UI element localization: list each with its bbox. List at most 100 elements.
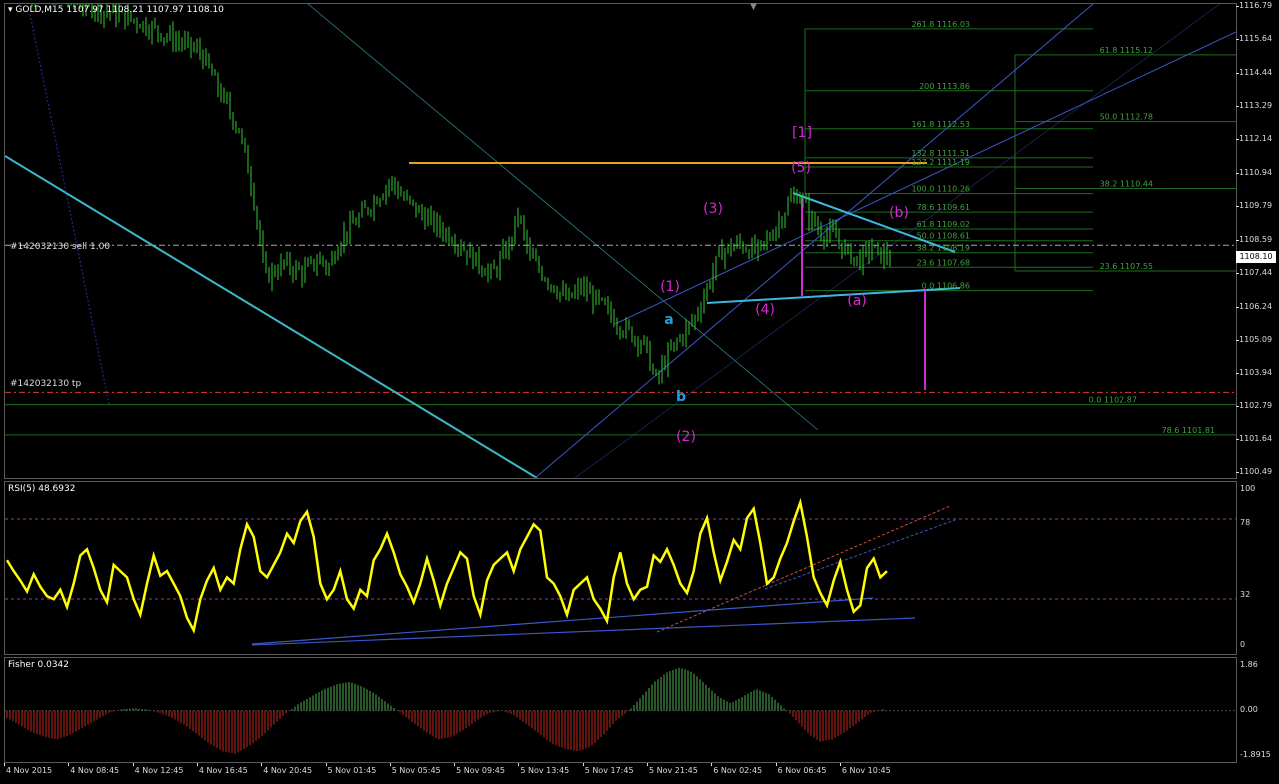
time-tick-mark bbox=[68, 763, 70, 766]
rsi-level-label: 100 bbox=[1240, 484, 1256, 493]
symbol-info: ▾ GOLD,M15 1107.97 1108.21 1107.97 1108.… bbox=[8, 5, 224, 15]
price-tick-mark bbox=[1236, 173, 1239, 175]
price-tick-mark bbox=[1236, 138, 1239, 140]
wave-label: (4) bbox=[755, 302, 775, 318]
price-tick-mark bbox=[1236, 73, 1239, 75]
time-tick-mark bbox=[711, 763, 713, 766]
wave-label: (b) bbox=[889, 205, 909, 221]
wave-label: (1) bbox=[660, 279, 680, 295]
fib-label: 50.0 1112.78 bbox=[1100, 113, 1153, 122]
time-tick-mark bbox=[132, 763, 134, 766]
order-1-label[interactable]: #142032130 sell 1.00 bbox=[10, 242, 110, 252]
order-2-label[interactable]: #142032130 tp bbox=[10, 379, 81, 389]
time-tick-label: 5 Nov 05:45 bbox=[391, 766, 441, 775]
price-tick-mark bbox=[1236, 240, 1239, 242]
time-tick-label: 6 Nov 02:45 bbox=[713, 766, 763, 775]
price-tick-mark bbox=[1236, 471, 1239, 473]
time-tick-label: 5 Nov 17:45 bbox=[584, 766, 634, 775]
time-tick-label: 4 Nov 08:45 bbox=[70, 766, 120, 775]
fib-label: 132.8 1111.51 bbox=[911, 149, 970, 158]
time-tick-mark bbox=[389, 763, 391, 766]
rsi-dashed-line-2 bbox=[764, 519, 956, 590]
price-axis: 1116.79 1115.64 1114.44 1113.29 1112.14 1110.… bbox=[1236, 1, 1279, 477]
price-chart-panel[interactable]: [1] (5) (3) (b) (1) (4) (a) a b (2) 261.8 1116.03… bbox=[4, 2, 1237, 479]
wave-label: (a) bbox=[847, 293, 867, 309]
fib-label: 78.6 1101.81 bbox=[1162, 426, 1215, 435]
price-tick-mark bbox=[1236, 6, 1239, 8]
rsi-label: RSI(5) 48.6932 bbox=[8, 484, 76, 494]
time-tick-label: 5 Nov 21:45 bbox=[649, 766, 698, 775]
price-tick-mark bbox=[1236, 405, 1239, 407]
price-tick-label: 1100.49 bbox=[1239, 466, 1273, 476]
price-tick-label: 1109.79 bbox=[1239, 201, 1273, 211]
price-tick-label: 1110.94 bbox=[1239, 168, 1273, 178]
time-tick-mark bbox=[261, 763, 263, 766]
dropdown-arrow-icon[interactable]: ▾ bbox=[8, 5, 13, 15]
wave-label: [1] bbox=[792, 125, 812, 141]
price-tick-label: 1107.44 bbox=[1239, 268, 1273, 278]
time-tick-mark bbox=[647, 763, 648, 766]
price-tick-label: 1113.29 bbox=[1239, 101, 1273, 111]
price-tick-label: 1103.94 bbox=[1239, 368, 1273, 378]
channel-upper-line bbox=[614, 31, 1236, 325]
fib-label: 23.6 1107.55 bbox=[1100, 262, 1153, 271]
fisher-level-label: 0.00 bbox=[1240, 704, 1258, 714]
dotted-blue-line bbox=[29, 13, 110, 405]
wave-label: (2) bbox=[676, 429, 696, 445]
time-tick-mark bbox=[582, 763, 584, 766]
price-chart[interactable]: [1] (5) (3) (b) (1) (4) (a) a b (2) 261.8 1116.03… bbox=[5, 4, 1236, 478]
time-tick-mark bbox=[325, 763, 327, 766]
bid-price-label: 1108.10 bbox=[1236, 251, 1276, 263]
fisher-level-label: -1.8915 bbox=[1240, 750, 1271, 759]
symbol-name: GOLD,M15 bbox=[15, 5, 64, 15]
candlesticks bbox=[31, 4, 891, 385]
price-tick-mark bbox=[1236, 438, 1239, 440]
price-tick-label: 1106.24 bbox=[1239, 302, 1273, 312]
price-tick-mark bbox=[1236, 206, 1239, 208]
cyan-trendline bbox=[5, 155, 538, 478]
time-tick-mark bbox=[518, 763, 520, 766]
wave-label: a bbox=[664, 312, 673, 328]
rsi-level-label: 32 bbox=[1240, 590, 1251, 600]
rsi-level-label: 78 bbox=[1240, 518, 1251, 528]
price-tick-mark bbox=[1236, 38, 1239, 40]
price-tick-mark bbox=[1236, 373, 1239, 375]
fib-label: 127.2 1111.19 bbox=[911, 158, 970, 167]
time-tick-label: 6 Nov 10:45 bbox=[841, 766, 891, 775]
fib-label: 38.2 1110.44 bbox=[1100, 179, 1153, 188]
fibonacci-levels bbox=[5, 28, 1236, 436]
time-tick-mark bbox=[454, 763, 456, 766]
rsi-chart[interactable] bbox=[5, 482, 1236, 654]
rsi-axis: 100 78 32 0 bbox=[1236, 481, 1279, 653]
price-tick-label: 1114.44 bbox=[1239, 68, 1273, 78]
rsi-support-line-2 bbox=[251, 617, 916, 646]
time-tick-label: 5 Nov 09:45 bbox=[456, 766, 505, 775]
price-tick-label: 1108.59 bbox=[1239, 235, 1273, 245]
fisher-axis: 1.86 0.00 -1.8915 bbox=[1236, 657, 1279, 761]
rsi-panel[interactable]: RSI(5) 48.6932 bbox=[4, 481, 1237, 655]
time-tick-mark bbox=[196, 763, 198, 766]
fisher-level-label: 1.86 bbox=[1240, 660, 1258, 669]
time-tick-mark bbox=[775, 763, 777, 766]
wave-label: (5) bbox=[791, 160, 811, 176]
price-tick-mark bbox=[1236, 106, 1239, 108]
fib-label: 200 1113.86 bbox=[919, 82, 970, 91]
fib-label: 23.6 1107.68 bbox=[917, 258, 970, 267]
fisher-label: Fisher 0.0342 bbox=[8, 660, 70, 670]
time-tick-label: 4 Nov 12:45 bbox=[134, 766, 184, 775]
fib-label: 0.0 1102.87 bbox=[1089, 396, 1137, 405]
low-value: 1107.97 bbox=[146, 5, 184, 15]
fib-label: 100.0 1110.26 bbox=[911, 185, 970, 194]
time-tick-label: 6 Nov 06:45 bbox=[777, 766, 827, 775]
close-value: 1108.10 bbox=[186, 5, 224, 15]
fib-label: 61.8 1115.12 bbox=[1100, 46, 1153, 55]
price-tick-mark bbox=[1236, 340, 1239, 342]
fisher-panel[interactable]: Fisher 0.0342 bbox=[4, 657, 1237, 763]
time-tick-label: 5 Nov 13:45 bbox=[520, 766, 570, 775]
fisher-chart[interactable] bbox=[5, 658, 1236, 762]
price-tick-label: 1101.64 bbox=[1239, 433, 1273, 443]
fib-label: 61.8 1109.02 bbox=[917, 220, 970, 229]
chart-menu-icon[interactable]: ▼ bbox=[750, 2, 757, 12]
time-tick-label: 5 Nov 01:45 bbox=[327, 766, 377, 775]
fib-label: 50.0 1108.61 bbox=[917, 232, 970, 241]
